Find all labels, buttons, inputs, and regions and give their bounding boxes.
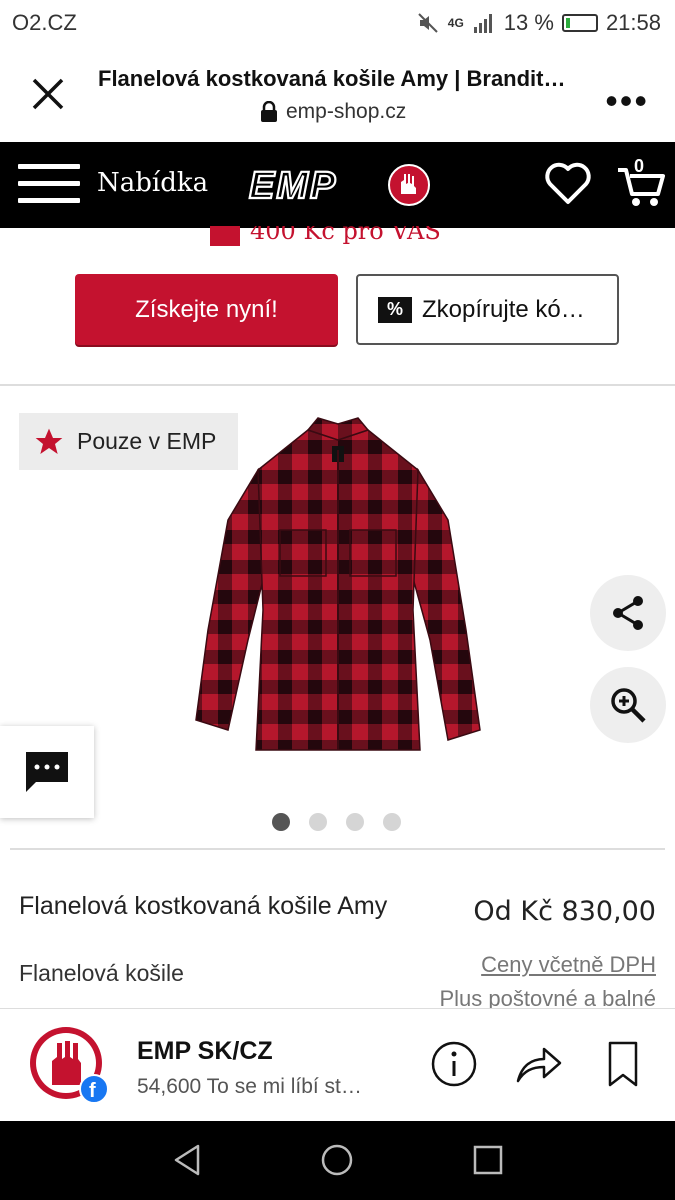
product-name: Flanelová kostkovaná košile Amy — [19, 892, 388, 920]
svg-text:f: f — [89, 1080, 96, 1102]
cart-count: 0 — [634, 156, 645, 176]
url-text: emp-shop.cz — [286, 100, 407, 123]
shipping-note: Plus poštovné a balné — [439, 986, 657, 1008]
product-info: Flanelová kostkovaná košile Amy Flanelov… — [0, 868, 675, 1008]
share-icon — [613, 596, 643, 630]
gallery-dot[interactable] — [309, 813, 327, 831]
star-icon — [35, 428, 63, 454]
divider — [0, 384, 675, 386]
zoom-in-icon — [611, 688, 646, 723]
gallery-dot[interactable] — [272, 813, 290, 831]
product-subtitle: Flanelová košile — [19, 960, 184, 986]
system-navigation-bar — [0, 1121, 675, 1200]
carrier-name: O2.CZ — [12, 10, 77, 35]
copy-code-label: Zkopírujte kó… — [422, 295, 585, 323]
page-likes: 54,600 To se mi líbí st… — [137, 1075, 362, 1098]
status-bar: O2.CZ 4G 13 % 21:58 — [0, 0, 675, 46]
page-avatar: f — [30, 1027, 109, 1104]
vat-link[interactable]: Ceny včetně DPH — [481, 952, 656, 978]
wishlist-heart-icon[interactable] — [544, 160, 592, 206]
lock-icon — [261, 101, 277, 122]
hamburger-menu-icon[interactable] — [18, 164, 80, 206]
more-options-icon[interactable]: ••• — [605, 80, 649, 122]
voucher-icon: % — [378, 296, 412, 323]
info-icon[interactable] — [429, 1039, 479, 1089]
product-image[interactable] — [188, 410, 488, 760]
home-icon[interactable] — [320, 1143, 354, 1177]
site-header: Nabídka EMP 0 — [0, 142, 675, 228]
facebook-banner[interactable]: f EMP SK/CZ 54,600 To se mi líbí st… — [0, 1008, 675, 1121]
back-icon[interactable] — [172, 1143, 204, 1177]
bookmark-icon[interactable] — [598, 1039, 648, 1089]
gallery-dot[interactable] — [383, 813, 401, 831]
signal-icon — [473, 14, 492, 33]
battery-icon — [561, 14, 598, 32]
get-now-button[interactable]: Získejte nyní! — [75, 274, 338, 345]
mute-icon — [418, 13, 438, 33]
recents-icon[interactable] — [472, 1143, 504, 1177]
gift-icon — [210, 226, 240, 246]
share-arrow-icon[interactable] — [514, 1039, 564, 1089]
emp-logo[interactable]: EMP — [245, 162, 435, 208]
network-type: 4G — [447, 16, 464, 30]
copy-code-button[interactable]: % Zkopírujte kó… — [356, 274, 619, 345]
promo-text: 400 Kč pro VÁS — [250, 226, 441, 245]
gallery-dot[interactable] — [346, 813, 364, 831]
svg-text:EMP: EMP — [249, 165, 337, 207]
browser-toolbar: Flanelová kostkovaná košile Amy | Brandi… — [0, 46, 675, 142]
page-url: emp-shop.cz — [260, 100, 406, 124]
share-button[interactable] — [590, 575, 666, 651]
product-price: Od Kč 830,00 — [473, 896, 656, 927]
battery-percent: 13 % — [503, 10, 554, 35]
page-title: Flanelová kostkovaná košile Amy | Brandi… — [98, 66, 566, 91]
zoom-button[interactable] — [590, 667, 666, 743]
chat-icon — [26, 752, 68, 792]
close-icon[interactable] — [26, 72, 70, 116]
clock: 21:58 — [605, 10, 661, 35]
promo-banner: 400 Kč pro VÁS — [210, 226, 441, 246]
chat-button[interactable] — [0, 726, 94, 818]
gallery-pagination — [272, 813, 401, 831]
status-icons: 4G 13 % 21:58 — [416, 10, 661, 36]
menu-label[interactable]: Nabídka — [97, 168, 208, 198]
page-name: EMP SK/CZ — [137, 1037, 273, 1065]
